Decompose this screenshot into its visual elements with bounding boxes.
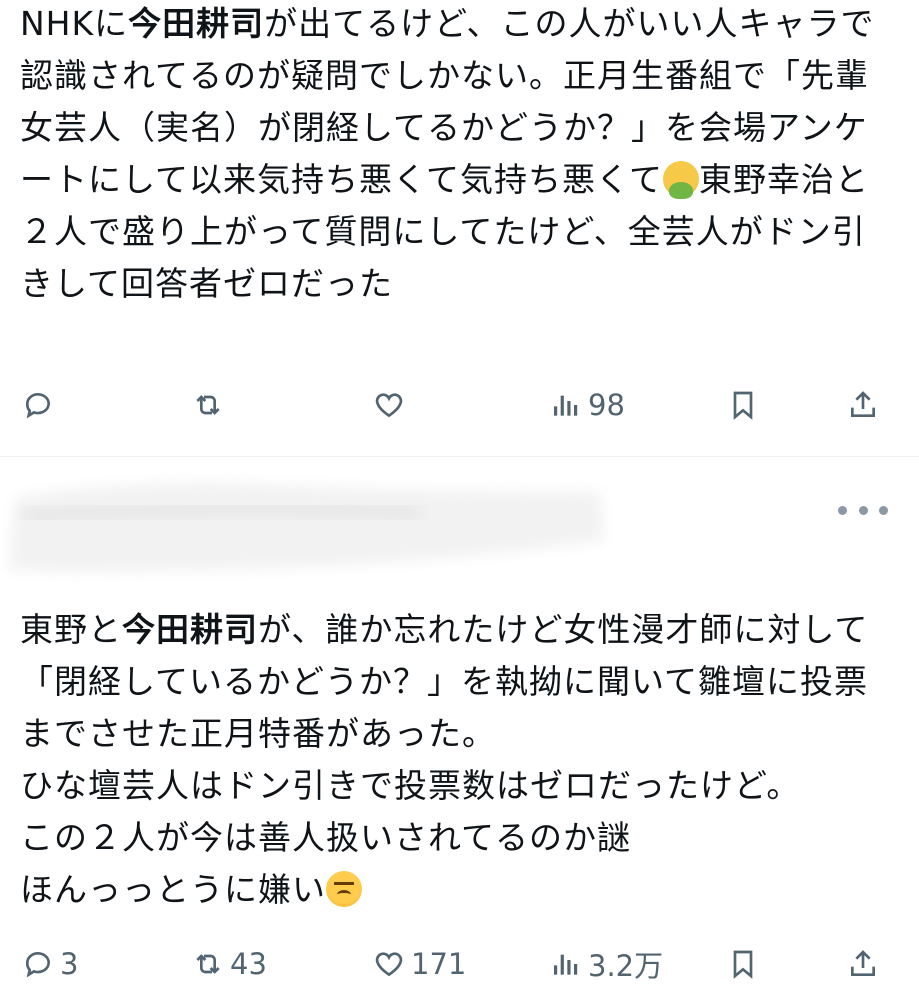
like-button[interactable] xyxy=(373,385,411,425)
views-icon xyxy=(554,954,578,975)
tweet-2-text-part: が、誰か忘れたけど女性漫才師に対して「閉経しているかどうか？」を執拗に聞いて雛壇… xyxy=(20,610,869,909)
retweet-button[interactable]: 43 xyxy=(192,944,267,984)
views-count: 3.2万 xyxy=(588,949,664,983)
heart-icon xyxy=(375,393,403,418)
heart-icon xyxy=(375,952,403,977)
tweet-2-text-part: 東野と xyxy=(20,610,122,649)
reply-button[interactable] xyxy=(22,385,60,425)
tweet-1-mention-name: 今田耕司 xyxy=(128,4,265,43)
tweet-2-action-bar: 3 43 171 3.2万 xyxy=(0,944,919,984)
reply-count: 3 xyxy=(60,947,79,981)
bookmark-icon xyxy=(733,950,753,979)
tweet-divider xyxy=(0,456,919,457)
views-count: 98 xyxy=(588,388,625,422)
views-icon xyxy=(554,395,578,416)
share-button[interactable] xyxy=(847,944,879,984)
retweet-icon xyxy=(196,395,220,415)
angry-face-icon xyxy=(326,871,362,907)
reply-icon xyxy=(25,393,50,419)
like-count: 171 xyxy=(411,947,467,981)
bookmark-icon xyxy=(733,391,753,420)
share-icon xyxy=(851,950,875,976)
tweet-2-mention-name: 今田耕司 xyxy=(122,610,258,649)
like-button[interactable]: 171 xyxy=(373,944,466,984)
more-options-button[interactable] xyxy=(838,496,888,524)
retweet-count: 43 xyxy=(230,947,267,981)
tweet-1-text: NHKに今田耕司が出てるけど、この人がいい人キャラで認識されてるのが疑問でしかな… xyxy=(20,0,889,310)
tweet-2-text: 東野と今田耕司が、誰か忘れたけど女性漫才師に対して「閉経しているかどうか？」を執… xyxy=(20,604,889,916)
redacted-user-header xyxy=(0,470,620,590)
bookmark-button[interactable] xyxy=(727,385,759,425)
nauseated-face-icon xyxy=(663,161,700,199)
share-icon xyxy=(851,391,875,417)
bookmark-button[interactable] xyxy=(727,944,759,984)
views-button[interactable]: 98 xyxy=(550,385,625,425)
share-button[interactable] xyxy=(847,385,879,425)
tweet-1-text-part: NHKに xyxy=(20,4,129,43)
reply-icon xyxy=(25,952,50,978)
reply-button[interactable]: 3 xyxy=(22,944,78,984)
more-icon-dot xyxy=(858,505,868,515)
more-icon xyxy=(838,505,847,515)
retweet-button[interactable] xyxy=(192,385,230,425)
more-icon-dot xyxy=(879,505,888,515)
tweet-1-action-bar: 98 xyxy=(0,385,919,425)
retweet-icon xyxy=(196,954,220,974)
views-button[interactable]: 3.2万 xyxy=(550,944,663,984)
